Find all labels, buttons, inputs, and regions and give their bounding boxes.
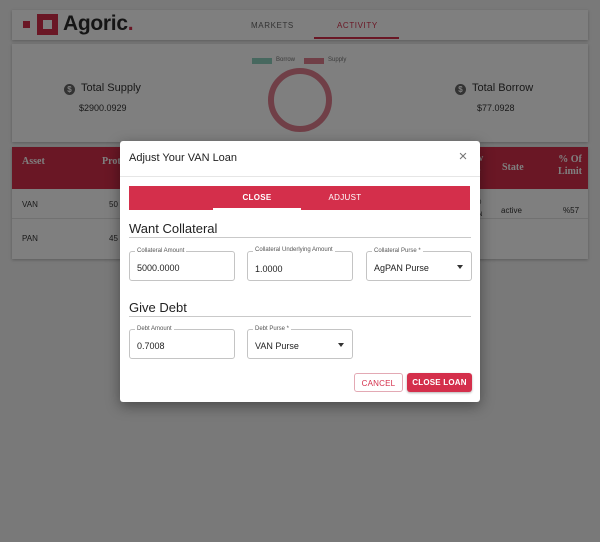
tab-close[interactable]: CLOSE — [213, 186, 301, 210]
collateral-purse-label: Collateral Purse * — [372, 248, 423, 255]
close-loan-button[interactable]: CLOSE LOAN — [407, 373, 472, 392]
dialog-title: Adjust Your VAN Loan — [129, 152, 238, 164]
loan-action-tabs: CLOSE ADJUST — [129, 186, 470, 210]
collateral-purse-value: AgPAN Purse — [374, 263, 429, 273]
tab-adjust[interactable]: ADJUST — [301, 186, 389, 210]
collateral-underlying-label: Collateral Underlying Amount — [253, 247, 335, 254]
debt-purse-label: Debt Purse * — [253, 326, 292, 333]
debt-amount-field[interactable]: Debt Amount 0.7008 — [129, 326, 235, 359]
debt-amount-value: 0.7008 — [137, 341, 165, 351]
debt-purse-select[interactable]: Debt Purse * VAN Purse — [247, 326, 353, 359]
collateral-amount-field[interactable]: Collateral Amount 5000.0000 — [129, 248, 235, 281]
collateral-underlying-value: 1.0000 — [255, 264, 283, 274]
dropdown-arrow-icon — [338, 343, 344, 347]
dialog-divider — [120, 176, 480, 177]
section-divider — [129, 237, 471, 238]
collateral-amount-label: Collateral Amount — [135, 248, 187, 255]
want-collateral-heading: Want Collateral — [129, 221, 218, 236]
tab-active-indicator — [213, 208, 301, 210]
cancel-button[interactable]: CANCEL — [354, 373, 403, 392]
collateral-purse-select[interactable]: Collateral Purse * AgPAN Purse — [366, 248, 472, 281]
dropdown-arrow-icon — [457, 265, 463, 269]
adjust-loan-dialog: Adjust Your VAN Loan × CLOSE ADJUST Want… — [120, 141, 480, 402]
section-divider — [129, 316, 471, 317]
close-icon[interactable]: × — [456, 149, 470, 164]
debt-amount-label: Debt Amount — [135, 326, 174, 333]
give-debt-heading: Give Debt — [129, 300, 187, 315]
collateral-underlying-amount-field[interactable]: Collateral Underlying Amount 1.0000 — [247, 247, 353, 281]
debt-purse-value: VAN Purse — [255, 341, 299, 351]
collateral-amount-value: 5000.0000 — [137, 263, 180, 273]
